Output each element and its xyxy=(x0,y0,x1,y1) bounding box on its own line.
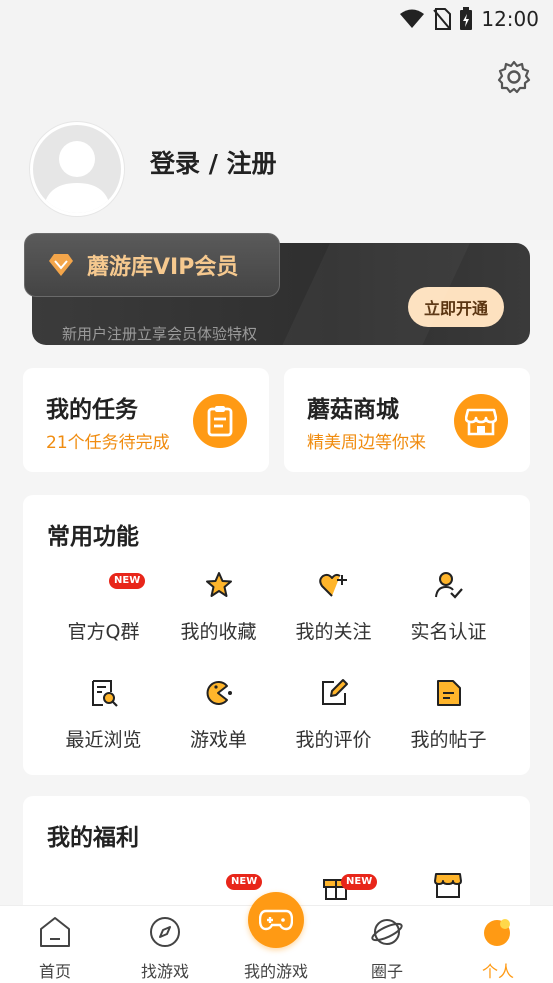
diamond-icon xyxy=(49,254,73,276)
status-bar: 12:00 xyxy=(0,0,553,38)
bottom-nav: 首页 找游戏 我的游戏 圈子 个人 xyxy=(0,892,553,983)
grid-item-game-list[interactable]: 游戏单 xyxy=(161,677,276,752)
my-tasks-card[interactable]: 我的任务 21个任务待完成 xyxy=(23,368,269,472)
vip-title: 蘑游库VIP会员 xyxy=(87,255,239,280)
grid-item-label: 官方Q群 xyxy=(67,621,140,643)
history-search-icon xyxy=(91,680,118,707)
grid-item-posts[interactable]: 我的帖子 xyxy=(391,677,506,752)
grid-item-label: 我的评价 xyxy=(295,729,372,751)
my-tasks-title: 我的任务 xyxy=(46,397,138,423)
welfare-shop-item[interactable] xyxy=(433,870,463,904)
game-list-icon xyxy=(206,681,232,705)
grid-item-label: 最近浏览 xyxy=(65,729,142,751)
default-avatar-icon xyxy=(33,125,121,213)
home-icon xyxy=(40,917,70,947)
status-time: 12:00 xyxy=(481,7,539,31)
nav-label: 我的游戏 xyxy=(243,962,308,981)
login-register-link[interactable]: 登录 / 注册 xyxy=(150,144,277,180)
my-tasks-subtitle: 21个任务待完成 xyxy=(46,433,170,453)
post-icon xyxy=(436,680,461,706)
compass-icon xyxy=(150,917,180,947)
welfare-title: 我的福利 xyxy=(47,825,139,851)
new-badge: NEW xyxy=(226,874,263,890)
grid-item-reviews[interactable]: 我的评价 xyxy=(276,677,391,752)
battery-icon xyxy=(460,7,473,30)
profile-active-icon xyxy=(484,919,510,946)
vip-card[interactable]: 新用户注册立享会员体验特权 立即开通 蘑游库VIP会员 xyxy=(24,233,530,345)
nav-my-games[interactable]: 我的游戏 xyxy=(221,906,331,983)
nav-circle[interactable]: 圈子 xyxy=(332,906,442,983)
nav-find-games[interactable]: 找游戏 xyxy=(110,906,220,983)
vip-title-tab: 蘑游库VIP会员 xyxy=(24,233,280,297)
no-sim-icon xyxy=(433,8,452,30)
verify-user-icon xyxy=(434,572,463,599)
grid-item-label: 我的帖子 xyxy=(410,729,487,751)
settings-gear-icon[interactable] xyxy=(497,60,531,94)
grid-item-recent[interactable]: 最近浏览 xyxy=(46,677,161,752)
common-functions-section: 常用功能 官方Q群 NEW 我的收藏 我的关注 实名认证 最近浏览 游戏单 我的… xyxy=(23,495,530,775)
shop-icon xyxy=(434,873,462,898)
planet-icon xyxy=(371,919,403,945)
nav-profile[interactable]: 个人 xyxy=(443,906,553,983)
clipboard-icon xyxy=(193,394,247,448)
grid-item-favorites[interactable]: 我的收藏 xyxy=(161,569,276,644)
new-badge: NEW xyxy=(341,874,378,890)
nav-label-active: 个人 xyxy=(481,962,514,981)
wifi-icon xyxy=(400,9,425,28)
grid-item-label: 游戏单 xyxy=(189,729,247,751)
store-subtitle: 精美周边等你来 xyxy=(307,433,426,453)
edit-review-icon xyxy=(321,679,348,705)
star-icon xyxy=(205,572,232,597)
mushroom-store-card[interactable]: 蘑菇商城 精美周边等你来 xyxy=(284,368,530,472)
common-functions-title: 常用功能 xyxy=(47,524,139,550)
nav-home[interactable]: 首页 xyxy=(0,906,110,983)
grid-item-qq-group[interactable]: 官方Q群 NEW xyxy=(46,569,161,644)
grid-item-label: 我的关注 xyxy=(295,621,372,643)
grid-item-follows[interactable]: 我的关注 xyxy=(276,569,391,644)
nav-label: 找游戏 xyxy=(140,962,189,981)
shop-icon xyxy=(454,394,508,448)
vip-open-button[interactable]: 立即开通 xyxy=(408,287,504,327)
vip-subtitle: 新用户注册立享会员体验特权 xyxy=(62,325,258,343)
grid-item-verify[interactable]: 实名认证 xyxy=(391,569,506,644)
nav-label: 圈子 xyxy=(370,962,403,981)
avatar[interactable] xyxy=(30,122,124,216)
follow-heart-icon xyxy=(318,573,347,597)
grid-item-label: 实名认证 xyxy=(410,621,487,643)
new-badge: NEW xyxy=(109,573,146,589)
grid-item-label: 我的收藏 xyxy=(180,621,257,643)
nav-label: 首页 xyxy=(38,962,71,981)
store-title: 蘑菇商城 xyxy=(307,397,399,423)
